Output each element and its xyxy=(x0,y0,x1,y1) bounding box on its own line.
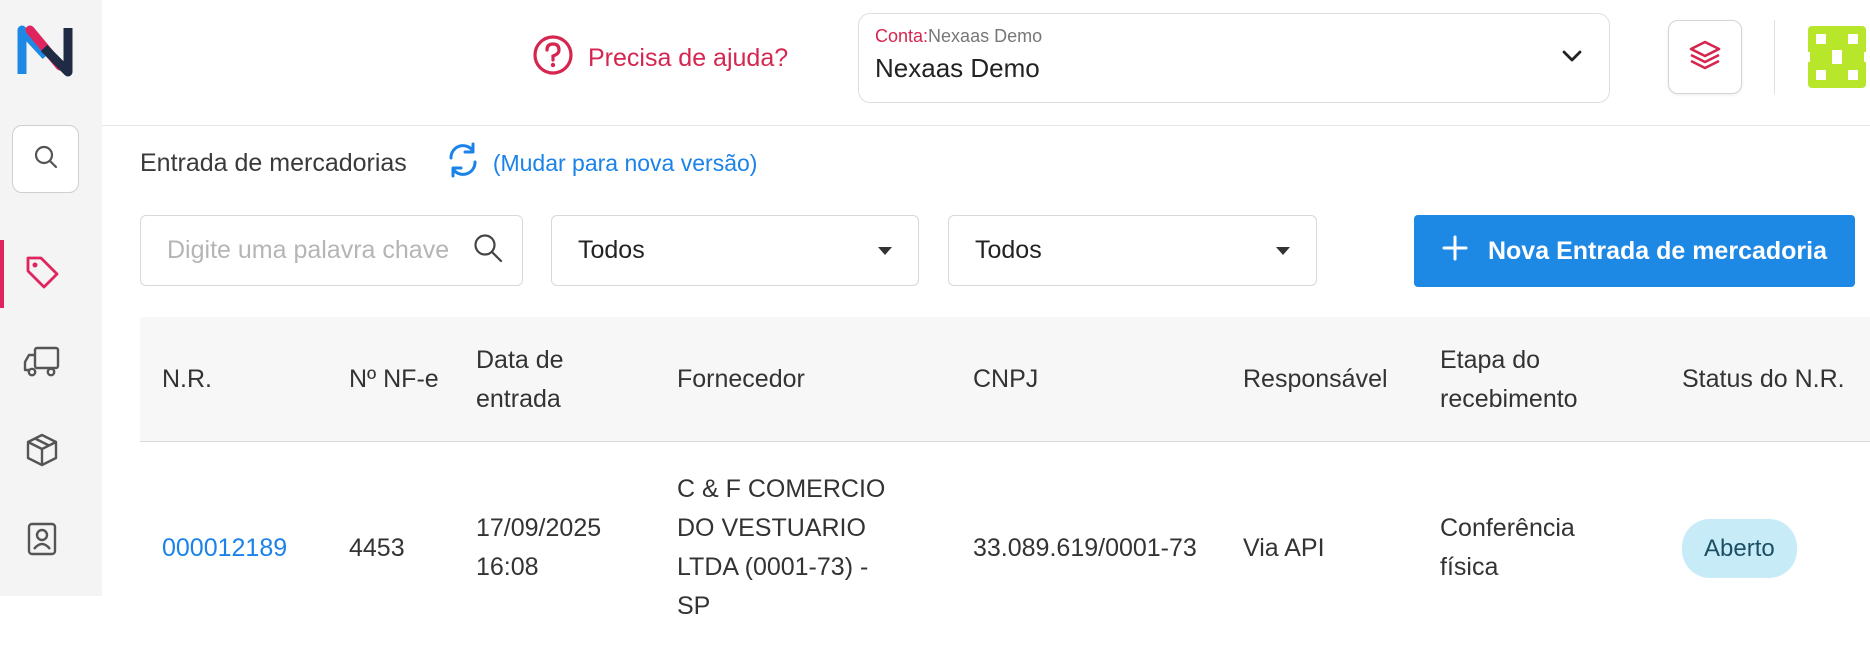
col-header-stage[interactable]: Etapa do recebimento xyxy=(1440,317,1650,442)
search-input[interactable] xyxy=(167,236,457,265)
entries-table: N.R. Nº NF-e Data de entrada Fornecedor … xyxy=(140,317,1870,620)
col-header-date[interactable]: Data de entrada xyxy=(476,317,626,442)
cell-cnpj: 33.089.619/0001-73 xyxy=(973,533,1197,562)
help-link[interactable]: Precisa de ajuda? xyxy=(532,34,788,83)
col-header-responsible[interactable]: Responsável xyxy=(1243,317,1388,442)
col-header-cnpj[interactable]: CNPJ xyxy=(973,317,1038,442)
topbar-divider xyxy=(1774,20,1775,94)
cell-date: 17/09/2025 16:08 xyxy=(476,514,602,581)
cell-stage: Conferência física xyxy=(1440,514,1575,581)
col-header-nfe[interactable]: Nº NF-e xyxy=(349,317,439,442)
table-header: N.R. Nº NF-e Data de entrada Fornecedor … xyxy=(140,317,1870,442)
new-entry-label: Nova Entrada de mercadoria xyxy=(1487,236,1827,265)
account-label: Conta:Nexaas Demo xyxy=(875,26,1043,46)
filter-select-1[interactable]: Todos xyxy=(551,215,919,286)
table-row[interactable]: 000012189 4453 17/09/2025 16:08 C & F CO… xyxy=(140,442,1870,620)
sidebar-item-inventory[interactable] xyxy=(0,418,84,486)
sidebar-item-products[interactable] xyxy=(0,240,84,308)
account-name: Nexaas Demo xyxy=(875,53,1040,83)
sidebar-item-contacts[interactable] xyxy=(0,507,84,575)
account-selector[interactable]: Conta:Nexaas Demo Nexaas Demo xyxy=(858,13,1610,103)
switch-version-text: (Mudar para nova versão) xyxy=(492,149,758,176)
page-heading: Entrada de mercadorias (Mudar para nova … xyxy=(140,140,757,186)
filter-select-2[interactable]: Todos xyxy=(948,215,1317,286)
refresh-icon xyxy=(443,140,483,186)
keyword-search xyxy=(140,215,523,286)
topbar: Precisa de ajuda? Conta:Nexaas Demo Nexa… xyxy=(102,0,1870,126)
contact-icon xyxy=(26,521,58,562)
caret-down-icon xyxy=(1276,246,1290,255)
col-header-status[interactable]: Status do N.R. xyxy=(1682,317,1852,442)
layers-button[interactable] xyxy=(1668,20,1742,94)
filter-select-1-value: Todos xyxy=(578,236,645,264)
truck-icon xyxy=(23,344,61,383)
box-icon xyxy=(25,432,59,473)
cell-responsible: Via API xyxy=(1243,533,1325,562)
new-entry-button[interactable]: Nova Entrada de mercadoria xyxy=(1414,215,1855,287)
search-icon xyxy=(33,144,59,175)
page-title: Entrada de mercadorias xyxy=(140,148,407,177)
caret-down-icon xyxy=(878,246,892,255)
chevron-down-icon xyxy=(1561,48,1583,69)
sidebar-item-logistics[interactable] xyxy=(0,329,84,397)
help-icon xyxy=(532,34,574,83)
cell-nfe: 4453 xyxy=(349,533,405,562)
user-avatar[interactable] xyxy=(1802,20,1870,94)
sidebar xyxy=(0,0,102,596)
layers-icon xyxy=(1688,38,1722,77)
col-header-supplier[interactable]: Fornecedor xyxy=(677,317,805,442)
nr-link[interactable]: 000012189 xyxy=(162,529,287,568)
status-badge: Aberto xyxy=(1682,518,1797,578)
help-text: Precisa de ajuda? xyxy=(588,44,789,72)
plus-icon xyxy=(1442,235,1468,268)
col-header-nr[interactable]: N.R. xyxy=(162,317,212,442)
nexaas-logo[interactable] xyxy=(16,22,74,80)
tag-icon xyxy=(24,254,60,295)
sidebar-search-button[interactable] xyxy=(12,125,79,193)
cell-supplier: C & F COMERCIO DO VESTUARIO LTDA (0001-7… xyxy=(677,475,886,620)
search-icon[interactable] xyxy=(472,232,504,269)
switch-version-link[interactable]: (Mudar para nova versão) xyxy=(443,140,758,186)
filter-select-2-value: Todos xyxy=(975,236,1042,264)
